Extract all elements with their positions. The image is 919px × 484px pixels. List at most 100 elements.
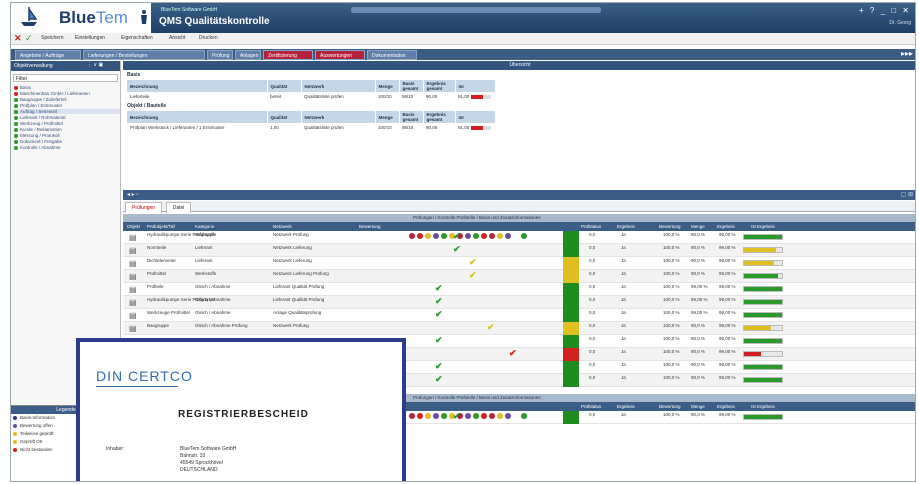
col-header: Prüfstatus — [581, 404, 602, 409]
check-icon[interactable]: ✔ — [509, 348, 517, 359]
value-cell: 90,0 % — [691, 323, 706, 328]
rating-dot — [513, 413, 519, 419]
col-header: Netzwerk — [301, 80, 376, 92]
cancel-icon[interactable]: ✕ — [14, 34, 22, 43]
check-icon[interactable]: ✔ — [453, 231, 461, 242]
check-icon[interactable]: ✔ — [435, 374, 443, 385]
menu-item-print[interactable]: Drucken — [199, 35, 218, 41]
group-header: Prüfungen / Kontrolle Prüfstelle / Basis… — [123, 214, 915, 222]
network: Netzwerk Prüfung — [273, 232, 309, 237]
table-row[interactable]: ▤ Prüfmittel Werkstoffe Netzwerk Lieferung … — [123, 270, 915, 283]
tab-inspection[interactable]: Prüfung — [207, 50, 233, 60]
tree-item[interactable]: Kontrolle / Abnahme — [13, 145, 120, 150]
section-basis-title: Basis — [127, 72, 141, 78]
status-cell — [563, 296, 579, 309]
value-cell: 90,0 % — [691, 258, 706, 263]
table-row[interactable]: ▤ Dichtelemente Lieferant Netzwerk Lieferun… — [123, 257, 915, 270]
tab-plants[interactable]: Anlagen — [235, 50, 261, 60]
menu-item-save[interactable]: Speichern — [41, 35, 64, 41]
tree-item[interactable]: Kunde / Reklamation — [13, 127, 120, 132]
value-cell: 0,0 — [589, 297, 596, 302]
panel-options-icon[interactable]: ▢ ⊞ — [901, 191, 913, 198]
check-icon[interactable]: ✔ — [435, 309, 443, 320]
tree-item-label: Baugruppe / Zulieferteil — [20, 97, 67, 102]
table-row[interactable]: ▤ Normteile Lieferant Netzwerk Lieferung ✔ 0,… — [123, 244, 915, 257]
tree-item[interactable]: Lieferant / Rohmaterial — [13, 115, 120, 120]
table-row[interactable]: Lieferteile bereit Qualitätsliste prüfen… — [127, 92, 495, 101]
table-row[interactable]: ▤ Prüfteile Gleich / Abnahme Lieferant Qual… — [123, 283, 915, 296]
col-header: Ergebnis gesamt — [423, 80, 456, 92]
tree-item[interactable]: Prüfplan / Erstmuster — [13, 103, 120, 108]
panel-splitter[interactable]: ◂ ▸ ▫ ▢ ⊞ — [123, 190, 915, 200]
tab-certification[interactable]: Zertifizierung — [263, 50, 313, 60]
window-controls[interactable]: + ? _ □ ✕ — [859, 6, 911, 15]
rating-dots — [409, 285, 529, 291]
progress-bar — [743, 299, 783, 305]
sidebar-tools-icon[interactable]: ⋮ ∨ ▣ — [87, 62, 103, 68]
check-icon[interactable]: ✔ — [469, 270, 477, 281]
value-cell: 100,0 % — [663, 258, 680, 263]
tab-deliveries[interactable]: Lieferungen / Bestellungen — [83, 50, 205, 60]
table-row[interactable]: ▤ Baugruppe Gleich / Abnahme Prüfung Netzwe… — [123, 322, 915, 335]
check-icon[interactable]: ✔ — [469, 257, 477, 268]
check-icon[interactable]: ✔ — [453, 244, 461, 255]
confirm-icon[interactable]: ✓ — [25, 34, 33, 43]
check-icon[interactable]: ✔ — [487, 322, 495, 333]
network: Anlage Qualitätsprüfung — [273, 310, 322, 315]
value-cell: Ja — [621, 297, 626, 302]
tree-item[interactable]: Basis — [13, 85, 120, 90]
tree-item[interactable]: Werkzeug / Prüfmittel — [13, 121, 120, 126]
value-cell: 90,0 % — [691, 349, 706, 354]
din-certco-logo: DIN CERTCO — [96, 368, 193, 384]
value-cell: 99,00 % — [719, 258, 736, 263]
progress-bar — [743, 286, 783, 292]
tab-inspections[interactable]: Prüfungen — [125, 202, 163, 213]
tab-evaluations[interactable]: Auswertungen — [315, 50, 365, 60]
table-row[interactable]: ▤ Werkzeuge Prüfmittel Gleich / Abnahme Anl… — [123, 309, 915, 322]
cell: Qualitätsliste prüfen — [304, 94, 344, 99]
value-cell: 0,0 — [589, 375, 596, 380]
tree-item-label: Auftrag / Serienteil — [20, 109, 58, 114]
col-header: Ergebnis — [617, 404, 635, 409]
table-row[interactable]: ▤ Hydraulikpumpe Serie Prüfgruppe Werkstof… — [123, 231, 915, 244]
tree-item[interactable]: Dokument / Freigabe — [13, 139, 120, 144]
overview-header: Übersicht — [123, 61, 915, 70]
holder-line: BlueTem Software GmbH — [180, 446, 237, 452]
menu-item-view[interactable]: Ansicht — [169, 35, 185, 41]
col-header: Bezeichnung — [127, 111, 268, 123]
value-cell: Ja — [621, 375, 626, 380]
check-icon[interactable]: ✔ — [435, 283, 443, 294]
basis-table: Bezeichnung Qualität Netzwerk Menge Basi… — [127, 80, 496, 101]
more-icon[interactable]: ▸▸▸ — [901, 49, 913, 58]
table-row[interactable]: ▤ Hydraulikpumpe Serie Prüfgruppe Gleich /… — [123, 296, 915, 309]
legend-dot-icon — [13, 448, 17, 452]
table-row[interactable]: Prüfplan Werkstück / Lieferanten / 1 Ers… — [127, 123, 495, 132]
tab-file[interactable]: Datei — [165, 202, 192, 213]
tree-item-label: Messung / Protokoll — [20, 133, 60, 138]
tree-item[interactable]: Auftrag / Serienteil — [13, 109, 120, 114]
value-cell: 100,0 % — [663, 336, 680, 341]
check-icon[interactable]: ✔ — [453, 411, 461, 422]
status-cell — [563, 231, 579, 244]
col-header: Objekt — [127, 224, 141, 229]
check-icon[interactable]: ✔ — [435, 296, 443, 307]
rating-dot — [441, 233, 447, 239]
check-icon[interactable]: ✔ — [435, 335, 443, 346]
menu-item-settings[interactable]: Einstellungen — [75, 35, 105, 41]
check-icon[interactable]: ✔ — [435, 361, 443, 372]
status-cell — [563, 374, 579, 387]
tab-documentation[interactable]: Dokumentation — [367, 50, 417, 60]
rating-dot — [505, 233, 511, 239]
user-name[interactable]: Dr. Georg — [889, 20, 911, 26]
menu-item-properties[interactable]: Eigenschaften — [121, 35, 153, 41]
category: Gleich / Abnahme — [195, 284, 231, 289]
tree-item[interactable]: Messung / Protokoll — [13, 133, 120, 138]
tree-item[interactable]: Maschinenbau GmbH / Lieferanten — [13, 91, 120, 96]
object-tree: Basis Maschinenbau GmbH / Lieferanten Baug… — [11, 85, 120, 150]
sidebar-filter-input[interactable]: Filter — [13, 74, 118, 82]
tab-offers[interactable]: Angebote / Aufträge — [15, 50, 81, 60]
rating-dots — [409, 311, 529, 317]
tree-item-label: Kontrolle / Abnahme — [20, 145, 61, 150]
tree-item[interactable]: Baugruppe / Zulieferteil — [13, 97, 120, 102]
collapse-arrows-icon[interactable]: ◂ ▸ ▫ — [127, 191, 138, 198]
